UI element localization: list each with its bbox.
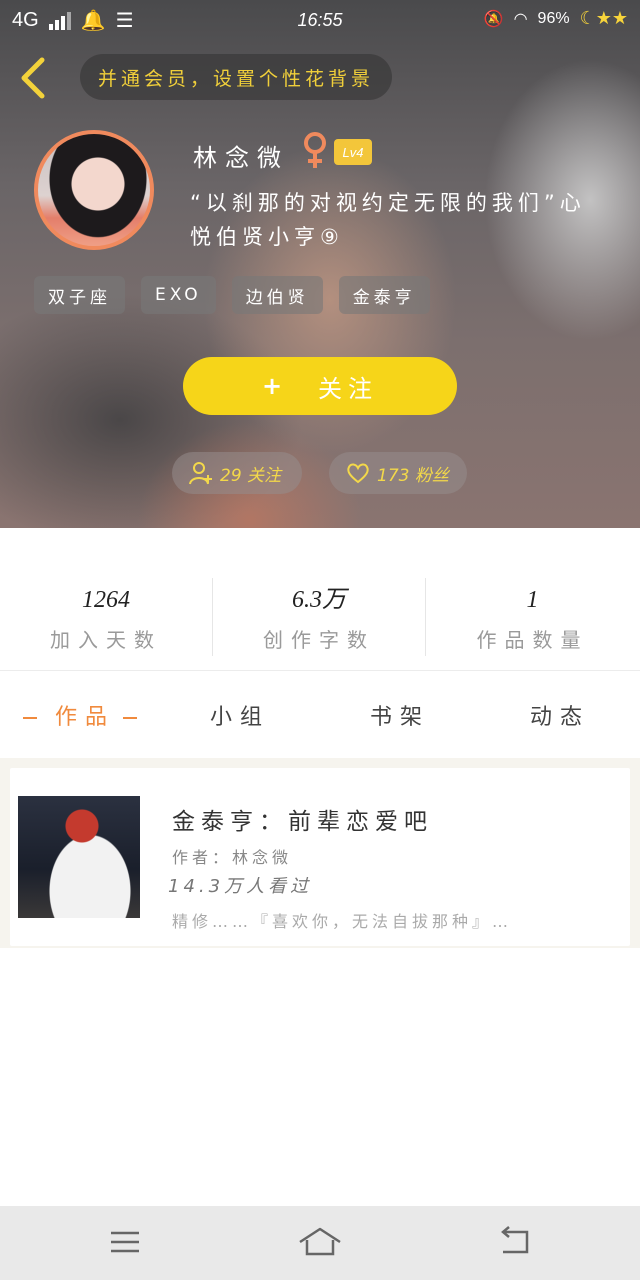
fans-count-button[interactable]: 173 粉丝 xyxy=(329,452,467,494)
plus-icon: + xyxy=(261,372,289,400)
user-add-icon xyxy=(189,462,212,485)
tag[interactable]: 双子座 xyxy=(34,276,125,314)
tab-works[interactable]: 作品 xyxy=(0,690,160,746)
tag-list: 双子座 EXO 边伯贤 金泰亨 xyxy=(34,276,430,314)
stat-label: 作品数量 xyxy=(476,628,589,652)
works-list: 金泰亨：前辈恋爱吧 作者：林念微 14.3万人看过 精修……『喜欢你，无法自拔那… xyxy=(0,758,640,948)
profile-header: 4G 🔔 ☰ 16:55 🔕 ◠ 96% ☾★★ 并通会员，设置个性花背景 林念… xyxy=(0,0,640,528)
work-card[interactable]: 金泰亨：前辈恋爱吧 作者：林念微 14.3万人看过 精修……『喜欢你，无法自拔那… xyxy=(10,768,630,946)
back-nav-icon[interactable] xyxy=(493,1224,537,1260)
user-signature: “以刹那的对视约定无限的我们”心悦伯贤小亨⑨ xyxy=(190,191,586,249)
following-count: 29 关注 xyxy=(220,465,282,486)
menu-icon[interactable] xyxy=(103,1224,147,1260)
work-views: 14.3万人看过 xyxy=(168,876,313,897)
divider xyxy=(0,670,640,671)
stat-value: 6.3万 xyxy=(292,587,346,613)
wifi-icon: ◠ xyxy=(513,10,528,28)
back-button[interactable] xyxy=(14,54,54,102)
heart-icon xyxy=(347,463,369,484)
user-name: 林念微 xyxy=(193,144,289,172)
chevron-left-icon xyxy=(21,57,45,99)
follow-label: 关注 xyxy=(318,374,379,403)
following-count-button[interactable]: 29 关注 xyxy=(172,452,302,494)
system-nav-bar xyxy=(0,1206,640,1280)
level-badge: Lv4 xyxy=(334,139,372,165)
stat-label: 加入天数 xyxy=(50,628,162,652)
tag[interactable]: EXO xyxy=(141,276,216,314)
work-author: 作者：林念微 xyxy=(172,848,293,867)
profile-tabs: 作品 小组 书架 动态 xyxy=(0,690,640,746)
stat-word-count: 6.3万 创作字数 xyxy=(213,578,426,656)
tab-activity[interactable]: 动态 xyxy=(480,690,640,746)
tab-groups[interactable]: 小组 xyxy=(160,690,320,746)
moon-stars-icon: ☾★★ xyxy=(579,8,628,28)
work-excerpt: 精修……『喜欢你，无法自拔那种』… xyxy=(172,912,513,931)
stats-row: 1264 加入天数 6.3万 创作字数 1 作品数量 xyxy=(0,578,640,656)
set-background-button[interactable]: 并通会员，设置个性花背景 xyxy=(80,54,392,100)
tag[interactable]: 边伯贤 xyxy=(231,276,323,314)
stat-join-days: 1264 加入天数 xyxy=(0,578,213,656)
status-right: 🔕 ◠ 96% ☾★★ xyxy=(484,8,628,29)
female-gender-icon xyxy=(304,132,326,168)
work-title[interactable]: 金泰亨：前辈恋爱吧 xyxy=(172,802,433,836)
stat-label: 创作字数 xyxy=(263,628,375,652)
battery-level: 96% xyxy=(537,9,570,27)
avatar[interactable] xyxy=(34,130,154,250)
stat-value: 1264 xyxy=(82,587,130,613)
status-bar: 4G 🔔 ☰ 16:55 🔕 ◠ 96% ☾★★ xyxy=(0,0,640,42)
home-icon[interactable] xyxy=(298,1224,342,1260)
follow-button[interactable]: + 关注 xyxy=(183,357,457,415)
mute-icon: 🔕 xyxy=(483,10,504,28)
tag[interactable]: 金泰亨 xyxy=(338,276,430,314)
tab-bookshelf[interactable]: 书架 xyxy=(320,690,480,746)
stat-value: 1 xyxy=(526,587,539,613)
fans-count: 173 粉丝 xyxy=(377,465,449,486)
work-cover-image[interactable] xyxy=(18,796,140,918)
stat-works-count: 1 作品数量 xyxy=(426,578,639,656)
